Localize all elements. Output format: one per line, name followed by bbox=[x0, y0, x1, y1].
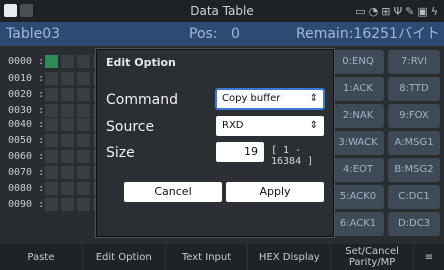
table-cell[interactable] bbox=[76, 71, 91, 86]
remain-bytes: Remain:16251バイト bbox=[296, 26, 440, 42]
row-address: 0000 : bbox=[8, 56, 45, 67]
row-address: 0060 : bbox=[8, 151, 45, 162]
table-cell[interactable] bbox=[44, 165, 59, 180]
control-key-button[interactable]: 6:ACK1 bbox=[332, 212, 384, 236]
size-input[interactable]: 19 bbox=[216, 142, 264, 162]
control-key-button[interactable]: 3:WACK bbox=[332, 131, 384, 155]
row-address: 0040 : bbox=[8, 119, 45, 130]
table-cell[interactable] bbox=[60, 117, 75, 132]
signal-icon: ◔ bbox=[368, 4, 379, 18]
control-key-button[interactable]: 1:ACK bbox=[332, 77, 384, 101]
paste-button[interactable]: Paste bbox=[0, 244, 83, 270]
table-header: Table03 Pos: 0 Remain:16251バイト bbox=[0, 22, 444, 46]
apply-button[interactable]: Apply bbox=[226, 182, 324, 202]
hex-display-button[interactable]: HEX Display bbox=[248, 244, 332, 270]
table-cell[interactable] bbox=[76, 181, 91, 196]
row-address: 0070 : bbox=[8, 167, 45, 178]
row-address: 0020 : bbox=[8, 89, 45, 100]
cancel-button[interactable]: Cancel bbox=[124, 182, 222, 202]
table-cell[interactable] bbox=[44, 181, 59, 196]
menu-icon[interactable]: ≡ bbox=[414, 244, 444, 270]
table-cell[interactable] bbox=[44, 71, 59, 86]
table-cell[interactable] bbox=[76, 149, 91, 164]
source-label: Source bbox=[106, 119, 155, 135]
table-cell[interactable] bbox=[44, 117, 59, 132]
table-cell[interactable] bbox=[60, 87, 75, 102]
source-value: RXD bbox=[222, 120, 244, 131]
control-key-button[interactable]: B:MSG2 bbox=[388, 158, 440, 182]
size-label: Size bbox=[106, 145, 135, 161]
control-key-button[interactable]: 9:FOX bbox=[388, 104, 440, 128]
table-cell[interactable] bbox=[60, 71, 75, 86]
edit-option-button[interactable]: Edit Option bbox=[83, 244, 166, 270]
control-key-grid: 0:ENQ 7:RVI 1:ACK 8:TTD 2:NAK 9:FOX 3:WACK A:MS… bbox=[332, 50, 444, 240]
updown-caret-icon: ⇕ bbox=[309, 120, 318, 131]
control-key-button[interactable]: 4:EOT bbox=[332, 158, 384, 182]
tool-icon: ✎ bbox=[405, 4, 415, 18]
command-label: Command bbox=[106, 92, 178, 108]
command-select[interactable]: Copy buffer ⇕ bbox=[215, 88, 325, 110]
save-icon: ▣ bbox=[417, 4, 428, 18]
table-cell[interactable] bbox=[44, 133, 59, 148]
table-cell[interactable] bbox=[76, 87, 91, 102]
table-cell[interactable] bbox=[76, 133, 91, 148]
table-cell[interactable] bbox=[60, 181, 75, 196]
power-icon: ϟ bbox=[430, 4, 438, 18]
table-name: Table03 bbox=[6, 26, 61, 42]
row-address: 0010 : bbox=[8, 73, 45, 84]
status-icons: ▭ ◔ ⊞ Ψ ✎ ▣ ϟ bbox=[355, 0, 438, 22]
table-cell[interactable] bbox=[76, 54, 91, 69]
table-cell[interactable] bbox=[76, 117, 91, 132]
table-cell[interactable] bbox=[76, 197, 91, 212]
dialog-title: Edit Option bbox=[106, 56, 176, 69]
table-cell[interactable] bbox=[60, 165, 75, 180]
control-key-button[interactable]: 7:RVI bbox=[388, 50, 440, 74]
table-cell[interactable] bbox=[44, 149, 59, 164]
pos-label: Pos: bbox=[189, 26, 218, 42]
control-key-button[interactable]: 2:NAK bbox=[332, 104, 384, 128]
status-bar: Data Table ▭ ◔ ⊞ Ψ ✎ ▣ ϟ bbox=[0, 0, 444, 22]
control-key-button[interactable]: 0:ENQ bbox=[332, 50, 384, 74]
size-range: [ 1 - 16384 ] bbox=[271, 145, 314, 167]
battery-icon: ▭ bbox=[355, 4, 366, 18]
row-address: 0080 : bbox=[8, 183, 45, 194]
source-select[interactable]: RXD ⇕ bbox=[216, 116, 324, 136]
table-cell[interactable] bbox=[44, 54, 59, 69]
table-cell[interactable] bbox=[44, 197, 59, 212]
updown-caret-icon: ⇕ bbox=[309, 93, 318, 104]
row-address: 0050 : bbox=[8, 135, 45, 146]
control-key-button[interactable]: 8:TTD bbox=[388, 77, 440, 101]
control-key-button[interactable]: 5:ACK0 bbox=[332, 185, 384, 209]
table-cell[interactable] bbox=[60, 149, 75, 164]
row-address: 0090 : bbox=[8, 199, 45, 210]
table-cell[interactable] bbox=[60, 133, 75, 148]
edit-option-dialog: Edit Option Command Copy buffer ⇕ Source… bbox=[95, 48, 335, 238]
pos-value: 0 bbox=[231, 26, 240, 42]
set-cancel-parity-button[interactable]: Set/Cancel Parity/MP bbox=[331, 244, 414, 270]
usb-icon: Ψ bbox=[393, 4, 403, 18]
control-key-button[interactable]: D:DC3 bbox=[388, 212, 440, 236]
table-cell[interactable] bbox=[76, 165, 91, 180]
table-cell[interactable] bbox=[44, 87, 59, 102]
lan-icon: ⊞ bbox=[381, 4, 391, 18]
table-cell[interactable] bbox=[60, 54, 75, 69]
control-key-button[interactable]: A:MSG1 bbox=[388, 131, 440, 155]
command-value: Copy buffer bbox=[222, 93, 281, 104]
control-key-button[interactable]: C:DC1 bbox=[388, 185, 440, 209]
bottom-toolbar: Paste Edit Option Text Input HEX Display… bbox=[0, 244, 444, 270]
table-cell[interactable] bbox=[60, 197, 75, 212]
text-input-button[interactable]: Text Input bbox=[166, 244, 249, 270]
